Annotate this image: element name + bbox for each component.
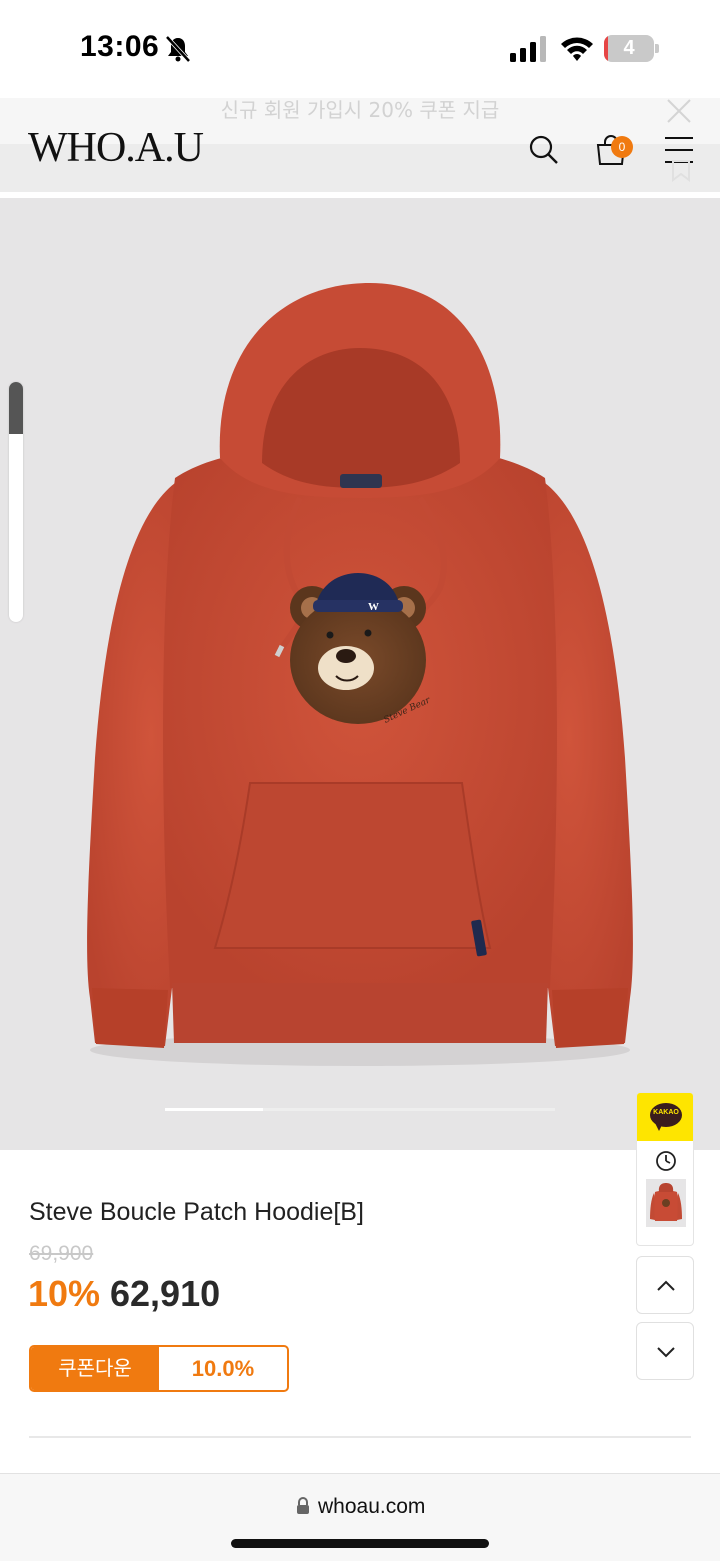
close-icon[interactable] [664,96,694,126]
product-name: Steve Boucle Patch Hoodie[B] [29,1198,364,1226]
kakao-bubble-tail [655,1123,663,1131]
promo-text: 신규 회원 가입시 20% 쿠폰 지급 [220,98,500,122]
cellular-signal-icon [510,36,546,62]
lock-icon [297,1497,309,1514]
battery-indicator: 4 [604,35,659,62]
coupon-label: 쿠폰다운 [31,1347,159,1390]
floating-side-widget: KAKAO [636,1092,694,1246]
bookmark-icon[interactable] [670,160,692,182]
recent-product-thumbnail[interactable] [646,1179,686,1227]
url-text[interactable]: whoau.com [318,1495,425,1519]
clock-icon[interactable] [655,1150,677,1172]
image-slider-thumb [165,1108,263,1111]
sale-price: 62,910 [110,1273,221,1314]
status-time: 13:06 [80,30,160,63]
hoodie-image: W Steve Bear [87,283,633,1066]
coupon-value: 10.0% [191,1356,255,1381]
product-page: 13:06 4 신규 회원 가입시 20% 쿠폰 지급 WHO.A.U 0 W … [0,0,720,1561]
section-divider [29,1436,691,1438]
search-icon[interactable] [528,134,560,166]
scroll-bottom-button[interactable] [636,1322,694,1380]
kakao-label: KAKAO [653,1109,679,1116]
page-scroll-thumb[interactable] [9,382,23,434]
svg-text:W: W [368,601,379,613]
chevron-down-icon [657,1347,675,1358]
original-price: 69,900 [29,1242,94,1265]
battery-body: 4 [604,35,654,62]
wifi-icon [561,37,593,61]
bell-muted-icon [165,35,191,63]
discount-rate: 10% [28,1273,101,1314]
kakao-chat-button[interactable]: KAKAO [637,1093,693,1141]
battery-tip [655,44,659,53]
brand-logo[interactable]: WHO.A.U [28,124,204,172]
coupon-download-button[interactable]: 쿠폰다운 10.0% [29,1345,289,1392]
chevron-up-icon [657,1280,675,1291]
battery-level-text: 4 [623,37,635,59]
scroll-top-button[interactable] [636,1256,694,1314]
cart-count-badge: 0 [611,136,633,158]
product-image-slider[interactable]: W Steve Bear [0,198,720,1150]
home-indicator[interactable] [231,1539,489,1548]
